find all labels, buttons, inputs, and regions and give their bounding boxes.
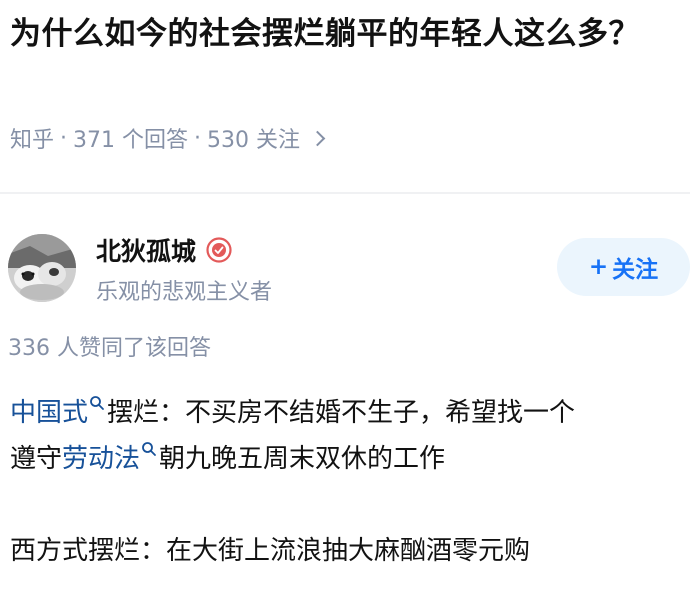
creator-badge-icon — [206, 237, 232, 263]
search-icon[interactable] — [141, 441, 157, 457]
question-title[interactable]: 为什么如今的社会摆烂躺平的年轻人这么多？ — [10, 10, 670, 58]
avatar-image — [8, 234, 76, 302]
answer-text: 遵守 — [10, 444, 63, 474]
upvote-summary: 336 人赞同了该回答 — [8, 336, 211, 361]
answer-text: 朝九晚五周末双休的工作 — [159, 444, 446, 474]
answer-paragraph: 遵守劳动法 朝九晚五周末双休的工作 — [10, 436, 680, 482]
plus-icon: + — [588, 254, 609, 280]
author-bio: 乐观的悲观主义者 — [96, 280, 273, 305]
meta-answer-count: 371 个回答 — [73, 128, 189, 153]
author-name-row[interactable]: 北狄孤城 — [96, 232, 232, 268]
answer-text: 摆烂：不买房不结婚不生子，希望找一个 — [107, 398, 576, 428]
follow-label: 关注 — [612, 257, 659, 283]
keyword-link[interactable]: 中国式 — [10, 398, 88, 428]
search-icon[interactable] — [89, 395, 105, 411]
meta-follower-count: 530 关注 — [207, 128, 301, 153]
meta-separator: · — [194, 125, 202, 151]
answer-paragraph: 中国式 摆烂：不买房不结婚不生子，希望找一个 — [10, 390, 680, 436]
paragraph-spacer — [10, 482, 680, 528]
question-meta[interactable]: 知乎 · 371 个回答 · 530 关注 — [10, 122, 326, 154]
follow-button[interactable]: + 关注 — [557, 238, 690, 296]
chevron-right-icon — [309, 130, 326, 146]
meta-source: 知乎 — [10, 128, 55, 153]
keyword-link[interactable]: 劳动法 — [62, 444, 140, 474]
answer-content[interactable]: 中国式 摆烂：不买房不结婚不生子，希望找一个 遵守劳动法 朝九晚五周末双休的工作 西… — [10, 390, 680, 574]
meta-separator: · — [60, 125, 68, 151]
author-name[interactable]: 北狄孤城 — [96, 232, 196, 268]
answer-paragraph: 西方式摆烂：在大街上流浪抽大麻酗酒零元购 — [10, 536, 531, 566]
avatar[interactable] — [8, 234, 76, 302]
section-divider — [0, 192, 690, 194]
